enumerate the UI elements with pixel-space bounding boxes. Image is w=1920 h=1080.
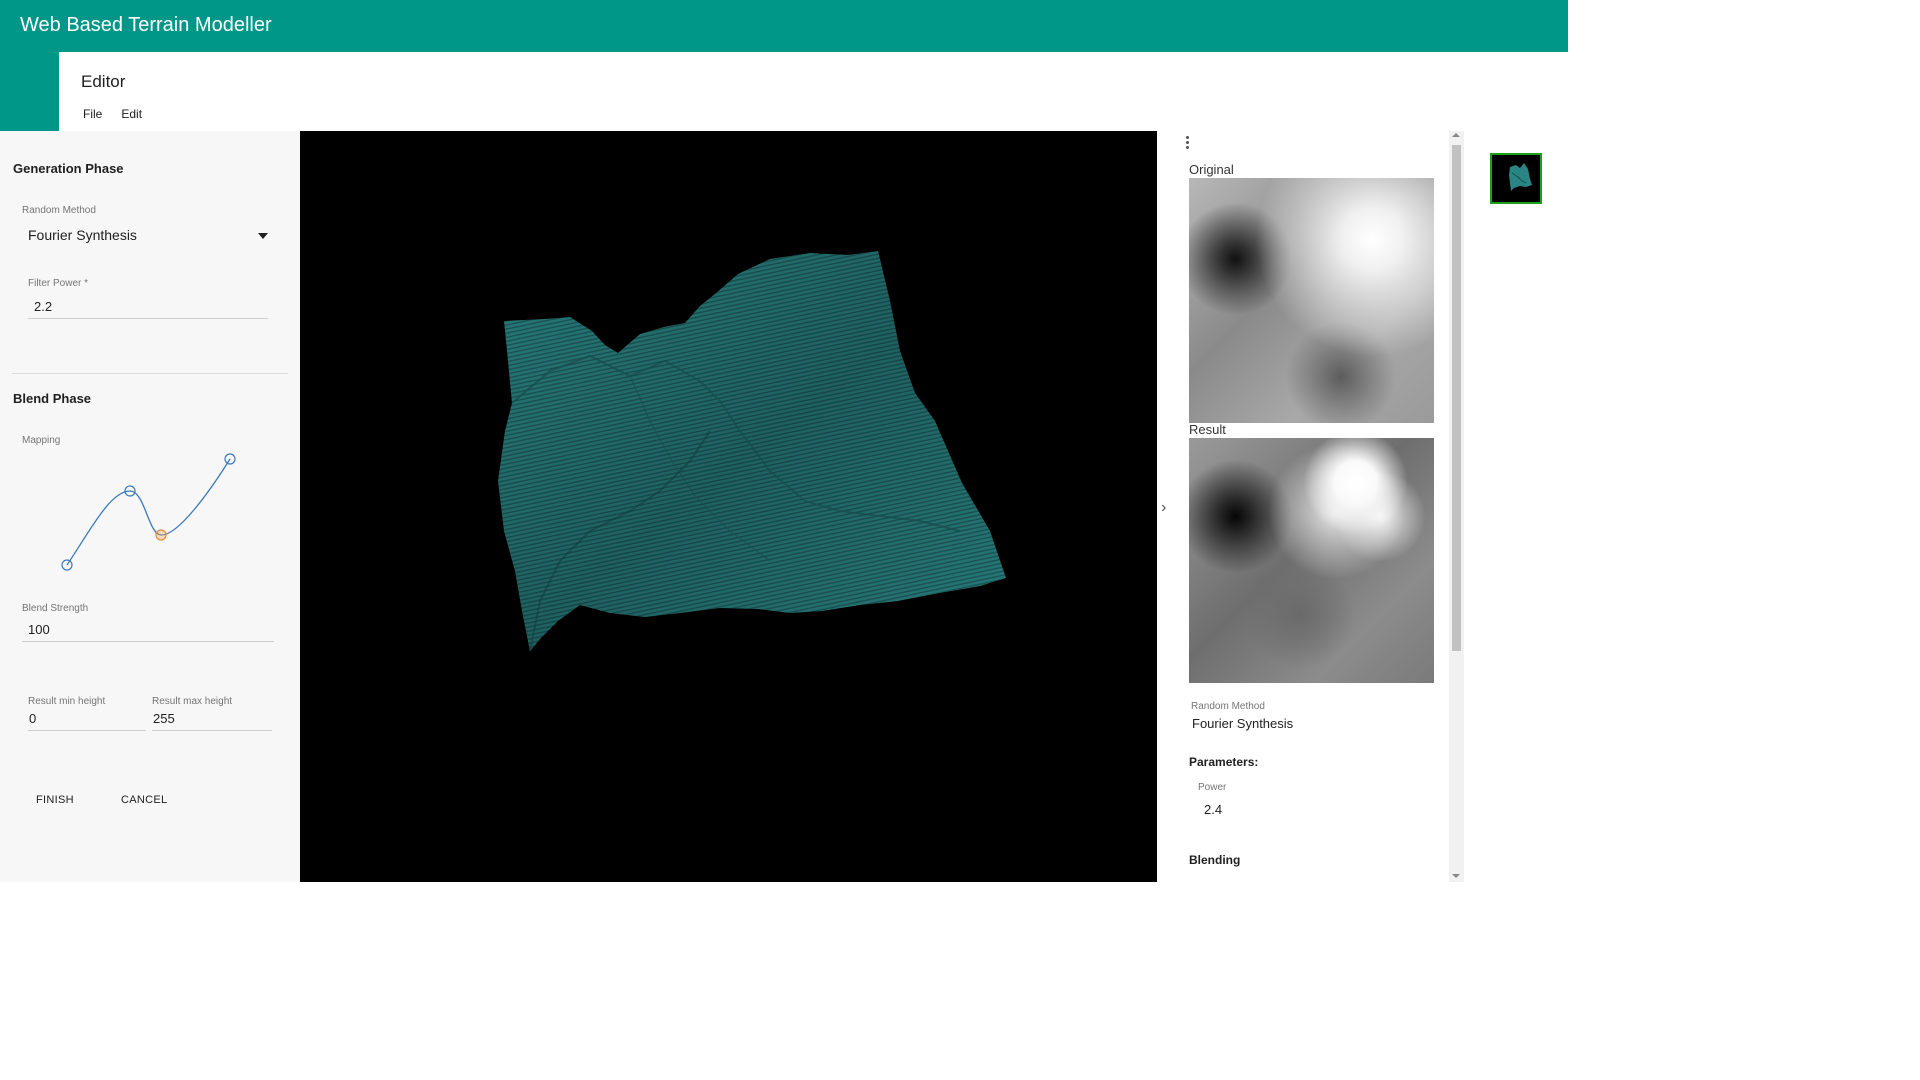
- terrain-thumbnail[interactable]: [1490, 153, 1542, 204]
- scroll-thumb[interactable]: [1452, 145, 1461, 651]
- filter-power-label-wrap: Filter Power *: [28, 278, 88, 289]
- result-heightmap: [1189, 438, 1434, 683]
- menu-edit[interactable]: Edit: [121, 107, 142, 121]
- terrain-mesh: [498, 251, 1006, 652]
- curve-control-point-selected[interactable]: [155, 529, 167, 541]
- random-method-select[interactable]: Fourier Synthesis: [22, 223, 274, 247]
- arrow-drop-down-icon: [258, 233, 268, 239]
- app-bar-extension: [0, 52, 59, 131]
- mapping-label: Mapping: [22, 435, 61, 446]
- original-label: Original: [1189, 162, 1234, 177]
- section-divider: [12, 373, 288, 374]
- details-panel: › Original Result Random Method Fourier …: [1157, 131, 1464, 882]
- menu-file[interactable]: File: [83, 107, 102, 121]
- filter-power-label: Filter Power: [28, 278, 82, 289]
- blend-phase-title: Blend Phase: [13, 391, 92, 406]
- terrain-surface: [498, 251, 1006, 652]
- terrain-thumbnail-icon: [1509, 163, 1532, 191]
- generation-phase-title: Generation Phase: [13, 161, 124, 176]
- mapping-curve-editor[interactable]: [50, 446, 250, 576]
- scroll-down-arrow-icon[interactable]: [1452, 874, 1460, 878]
- app-title: Web Based Terrain Modeller: [20, 14, 272, 36]
- filter-power-input[interactable]: [28, 295, 268, 319]
- finish-button[interactable]: FINISH: [36, 794, 74, 806]
- more-vert-icon[interactable]: [1184, 135, 1190, 151]
- summary-random-method-label: Random Method: [1191, 701, 1265, 712]
- summary-random-method-value: Fourier Synthesis: [1192, 716, 1294, 731]
- random-method-value: Fourier Synthesis: [28, 227, 137, 243]
- original-heightmap: [1189, 178, 1434, 423]
- random-method-label: Random Method: [22, 205, 96, 216]
- blend-strength-input[interactable]: [22, 618, 274, 642]
- blending-heading: Blending: [1189, 853, 1241, 867]
- editor-menu: File Edit: [83, 107, 142, 121]
- chevron-right-icon[interactable]: ›: [1161, 499, 1166, 517]
- details-scrollbar[interactable]: [1449, 131, 1464, 882]
- app-bar: Web Based Terrain Modeller: [0, 0, 1568, 52]
- scroll-up-arrow-icon[interactable]: [1452, 133, 1460, 137]
- required-marker: *: [84, 278, 89, 289]
- result-max-height-label: Result max height: [152, 696, 233, 707]
- result-label: Result: [1189, 422, 1226, 437]
- result-max-height-input[interactable]: [152, 707, 272, 731]
- blend-strength-label: Blend Strength: [22, 603, 89, 614]
- result-min-height-input[interactable]: [28, 707, 146, 731]
- parameters-heading: Parameters:: [1189, 755, 1259, 769]
- editor-title: Editor: [81, 72, 126, 91]
- power-label: Power: [1198, 782, 1227, 793]
- settings-panel: Generation Phase Random Method Fourier S…: [0, 131, 300, 882]
- power-value: 2.4: [1204, 802, 1223, 817]
- cancel-button[interactable]: CANCEL: [121, 794, 167, 806]
- terrain-3d-viewport[interactable]: [300, 131, 1157, 882]
- result-min-height-label: Result min height: [28, 696, 106, 707]
- mapping-curve: [66, 458, 231, 566]
